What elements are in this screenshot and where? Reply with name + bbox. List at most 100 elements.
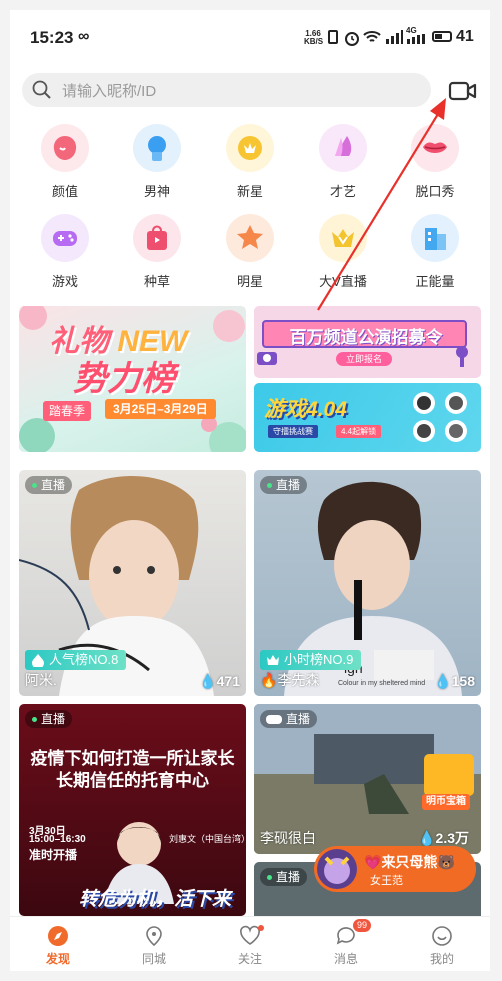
streamer-avatars (413, 392, 467, 442)
drop-icon: 💧 (199, 673, 217, 689)
drop-icon: 💧 (418, 830, 436, 846)
search-icon (32, 80, 51, 99)
live-card-4[interactable]: 直播 明币宝箱 李砚很白 💧2.3万 (254, 704, 481, 854)
promo-subtitle: 女王范 (370, 875, 403, 887)
search-input[interactable] (60, 78, 404, 104)
nav-label: 我的 (429, 952, 454, 966)
category-mingxing[interactable]: 明星 (215, 214, 285, 294)
banner-dates: 3月25日–3月29日 (105, 399, 216, 419)
nav-guanzhu[interactable]: 关注 (202, 917, 298, 971)
card-headline-2: 长期信任的托育中心 (56, 771, 209, 790)
network-speed-unit: KB/S (304, 37, 324, 46)
category-tuokouxiu[interactable]: 脱口秀 (400, 124, 470, 204)
battery-icon (432, 31, 452, 42)
treasure-chest-icon[interactable] (424, 754, 474, 796)
status-bar: 15:23 ∞ 1.66 KB/S 4G 41 (10, 10, 490, 64)
game-banner-sub1: 守擂挑战赛 (268, 425, 318, 438)
card-slogan: 转危为机，活下来 (79, 884, 231, 911)
category-label: 大V直播 (319, 274, 367, 289)
fire-icon: 🔥 (260, 672, 278, 688)
rank-tag: 小时榜NO.9 (260, 650, 362, 670)
live-tag: 直播 (25, 710, 73, 728)
live-tag: 直播 (260, 868, 308, 886)
live-tag: 直播 (25, 476, 73, 494)
category-label: 游戏 (51, 274, 78, 289)
promo-title: 💗来只母熊🐻 (364, 852, 455, 872)
message-badge: 99 (353, 919, 372, 932)
recruit-banner[interactable]: 百万频道公演招募令 立即报名 (254, 306, 481, 378)
nav-label: 同城 (141, 952, 166, 966)
live-tag-text: 直播 (286, 712, 311, 726)
card-time: 15:00–16:30 (29, 834, 86, 845)
fan-icon (319, 124, 367, 172)
drop-icon: 💧 (434, 673, 452, 689)
category-label: 种草 (143, 274, 170, 289)
location-icon (146, 926, 162, 947)
heat-count: 💧471 (199, 673, 240, 690)
bear-icon: 🐻 (437, 854, 455, 870)
app-screen: 15:23 ∞ 1.66 KB/S 4G 41 颜值 男神 新星 (10, 10, 490, 971)
category-xinxing[interactable]: 新星 (215, 124, 285, 204)
category-yanzhi[interactable]: 颜值 (30, 124, 100, 204)
banner-season: 踏春季 (43, 401, 92, 421)
card-slogan-2: 活下来 (174, 889, 232, 910)
category-zhongcao[interactable]: 种草 (122, 214, 192, 294)
heat-count: 💧158 (434, 673, 475, 690)
rank-text: 人气榜NO.8 (49, 652, 119, 667)
category-label: 才艺 (329, 184, 356, 199)
star-icon (226, 214, 274, 262)
nav-label: 发现 (45, 952, 70, 966)
nav-xiaoxi[interactable]: 99 消息 (298, 917, 394, 971)
game-event-banner[interactable]: 游戏4.04 守擂挑战赛 4.4起解锁 (254, 383, 481, 452)
crown-star-icon (226, 124, 274, 172)
infinity-icon: ∞ (78, 28, 90, 45)
category-label: 明星 (236, 274, 263, 289)
camera-icon (257, 352, 277, 365)
category-caiyi[interactable]: 才艺 (308, 124, 378, 204)
live-card-1[interactable]: 直播 人气榜NO.8 阿米. 💧471 (19, 470, 246, 696)
search-bar[interactable] (22, 73, 431, 107)
video-camera-icon[interactable] (448, 78, 478, 104)
nav-wode[interactable]: 我的 (394, 917, 490, 971)
heat-value: 2.3万 (435, 830, 469, 846)
live-card-3[interactable]: 直播 疫情下如何打造一所让家长 长期信任的托育中心 3月30日 15:00–16… (19, 704, 246, 916)
male-head-icon (133, 124, 181, 172)
gamepad-icon (266, 715, 282, 724)
recruit-title: 百万频道公演招募令 (289, 328, 443, 347)
streamer-name-text: 李先森 (277, 672, 320, 688)
recruit-button[interactable]: 立即报名 (336, 352, 393, 366)
rank-text: 小时榜NO.9 (284, 652, 354, 667)
heat-count: 💧2.3万 (418, 828, 469, 848)
game-banner-sub2: 4.4起解锁 (336, 425, 382, 438)
gift-ranking-banner[interactable]: 礼物 NEW 势力榜 踏春季 3月25日–3月29日 (19, 306, 246, 452)
v-crown-icon (319, 214, 367, 262)
live-tag: 直播 (260, 710, 318, 728)
category-label: 正能量 (415, 274, 455, 289)
microphone-icon (456, 346, 468, 367)
overlay-text-2: Colour in my sheltered mind (338, 680, 426, 687)
heat-value: 471 (216, 673, 240, 689)
nav-faxian[interactable]: 发现 (10, 917, 106, 971)
alarm-icon (345, 32, 359, 46)
crown-icon (267, 655, 279, 665)
lips-icon (411, 124, 459, 172)
gamepad-icon (41, 214, 89, 262)
floating-promo[interactable]: 💗来只母熊🐻 女王范 (314, 846, 476, 892)
category-zhengnengliang[interactable]: 正能量 (400, 214, 470, 294)
bear-avatar (317, 849, 357, 889)
rank-tag: 人气榜NO.8 (25, 650, 127, 670)
nav-tongcheng[interactable]: 同城 (106, 917, 202, 971)
wifi-icon (363, 31, 381, 42)
live-tag: 直播 (260, 476, 308, 494)
smiley-face-icon (432, 926, 452, 946)
streamer-name: 阿米. (25, 672, 57, 688)
category-dav[interactable]: 大V直播 (308, 214, 378, 294)
category-youxi[interactable]: 游戏 (30, 214, 100, 294)
compass-icon (48, 926, 68, 946)
streamer-name: 李砚很白 (260, 830, 316, 846)
card-slogan-1: 转危为机， (79, 889, 175, 910)
live-card-2[interactable]: ign Colour in my sheltered mind 直播 小时榜NO… (254, 470, 481, 696)
category-label: 男神 (143, 184, 170, 199)
category-nanshen[interactable]: 男神 (122, 124, 192, 204)
chest-label: 明币宝箱 (422, 794, 470, 810)
